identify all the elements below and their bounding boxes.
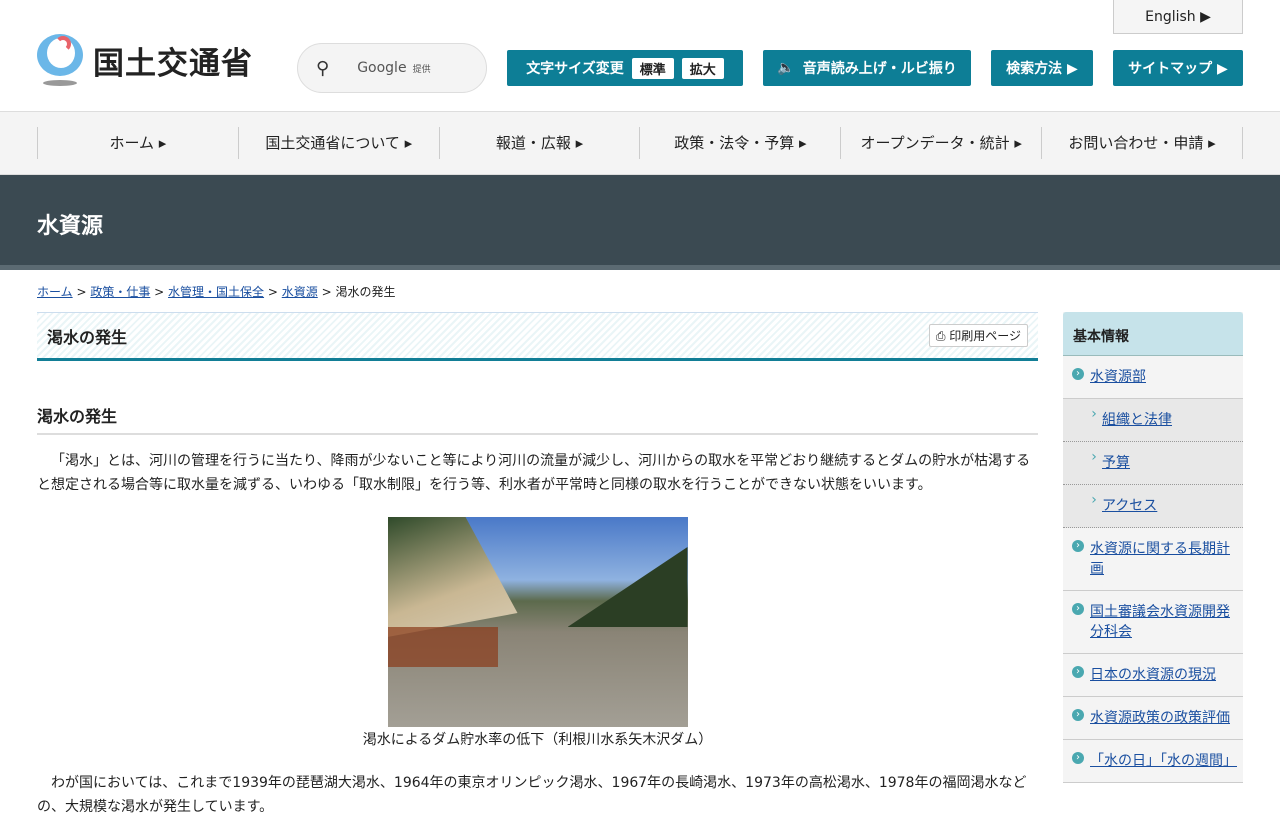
nav-opendata[interactable]: オープンデータ・統計 ▸ bbox=[840, 127, 1041, 159]
search-brand: Google 提供 bbox=[357, 60, 431, 76]
section-heading: 渇水の発生 bbox=[37, 403, 1038, 435]
printer-icon: ⎙ bbox=[935, 329, 950, 343]
nav-contact[interactable]: お問い合わせ・申請 ▸ bbox=[1041, 127, 1243, 159]
logo[interactable]: 国土交通省 bbox=[37, 34, 253, 86]
sidebar-link[interactable]: 予算 bbox=[1102, 455, 1130, 471]
paragraph: わが国においては、これまで1939年の琵琶湖大渇水、1964年の東京オリンピック… bbox=[37, 775, 1027, 815]
sidebar-item[interactable]: 予算 bbox=[1063, 442, 1243, 485]
page-title-bar: 渇水の発生 ⎙ 印刷用ページ bbox=[37, 312, 1038, 361]
sidebar-title: 基本情報 bbox=[1063, 312, 1243, 356]
sitemap-button[interactable]: サイトマップ ▶ bbox=[1113, 50, 1243, 86]
sidebar-item[interactable]: 水資源に関する長期計画 bbox=[1063, 528, 1243, 591]
section-banner: 水資源 bbox=[0, 175, 1280, 270]
main-content: 渇水の発生 ⎙ 印刷用ページ 渇水の発生 「渇水」とは、河川の管理を行うに当たり… bbox=[37, 312, 1038, 819]
print-label: 印刷用ページ bbox=[949, 329, 1021, 343]
sidebar-link[interactable]: 国土審議会水資源開発分科会 bbox=[1090, 604, 1230, 640]
breadcrumb-link[interactable]: 政策・仕事 bbox=[90, 285, 150, 299]
speaker-icon: 🔈 bbox=[777, 60, 795, 76]
speech-button[interactable]: 🔈 音声読み上げ・ルビ振り bbox=[763, 50, 971, 86]
search-method-button[interactable]: 検索方法 ▶ bbox=[991, 50, 1093, 86]
paragraph: 「渇水」とは、河川の管理を行うに当たり、降雨が少ないこと等により河川の流量が減少… bbox=[37, 453, 1031, 493]
nav-press[interactable]: 報道・広報 ▸ bbox=[438, 127, 640, 159]
sidebar-item[interactable]: 日本の水資源の現況 bbox=[1063, 654, 1243, 697]
font-size-control: 文字サイズ変更 標準 拡大 bbox=[507, 50, 743, 86]
print-button[interactable]: ⎙ 印刷用ページ bbox=[928, 324, 1028, 347]
sidebar-item[interactable]: 「水の日」「水の週間」 bbox=[1063, 740, 1243, 783]
sidebar-item[interactable]: 水資源政策の政策評価 bbox=[1063, 697, 1243, 740]
sidebar-link[interactable]: 「水の日」「水の週間」 bbox=[1090, 753, 1237, 769]
sidebar-item[interactable]: 水資源部 bbox=[1063, 356, 1243, 399]
english-button[interactable]: English ▶ bbox=[1113, 0, 1243, 34]
page-title: 渇水の発生 bbox=[47, 327, 128, 347]
breadcrumb-link[interactable]: 水管理・国土保全 bbox=[168, 285, 264, 299]
logo-text: 国土交通省 bbox=[93, 45, 253, 82]
header: 国土交通省 ⚲ Google 提供 文字サイズ変更 標準 拡大 🔈 音声読み上げ・ル… bbox=[0, 0, 1280, 112]
sidebar-item[interactable]: 組織と法律 bbox=[1063, 399, 1243, 442]
photo-caption: 渇水によるダム貯水率の低下（利根川水系矢木沢ダム） bbox=[362, 732, 713, 748]
global-nav: ホーム ▸ 国土交通省について ▸ 報道・広報 ▸ 政策・法令・予算 ▸ オープ… bbox=[0, 112, 1280, 175]
sidebar-link[interactable]: アクセス bbox=[1102, 498, 1157, 514]
sidebar-item[interactable]: アクセス bbox=[1063, 485, 1243, 528]
nav-about[interactable]: 国土交通省について ▸ bbox=[237, 127, 439, 159]
sidebar-link[interactable]: 水資源に関する長期計画 bbox=[1090, 541, 1230, 577]
search-icon: ⚲ bbox=[316, 57, 330, 79]
sidebar-item[interactable]: 国土審議会水資源開発分科会 bbox=[1063, 591, 1243, 654]
font-standard-button[interactable]: 標準 bbox=[631, 57, 674, 79]
logo-icon bbox=[37, 34, 85, 86]
breadcrumb-link[interactable]: 水資源 bbox=[282, 285, 318, 299]
breadcrumb-link[interactable]: ホーム bbox=[37, 285, 73, 299]
sidebar-link[interactable]: 日本の水資源の現況 bbox=[1090, 667, 1216, 683]
breadcrumb: ホーム > 政策・仕事 > 水管理・国土保全 > 水資源 > 渇水の発生 bbox=[37, 285, 396, 299]
font-large-button[interactable]: 拡大 bbox=[681, 57, 724, 79]
font-size-label: 文字サイズ変更 bbox=[526, 61, 624, 77]
breadcrumb-current: 渇水の発生 bbox=[335, 285, 396, 299]
sidebar: 基本情報 水資源部組織と法律予算アクセス水資源に関する長期計画国土審議会水資源開… bbox=[1063, 312, 1243, 783]
speech-label: 音声読み上げ・ルビ振り bbox=[802, 61, 957, 77]
sidebar-link[interactable]: 組織と法律 bbox=[1102, 412, 1172, 428]
nav-home[interactable]: ホーム ▸ bbox=[37, 127, 238, 159]
search-input[interactable]: ⚲ Google 提供 bbox=[297, 43, 487, 93]
sidebar-link[interactable]: 水資源部 bbox=[1090, 369, 1146, 385]
drought-dam-photo bbox=[387, 517, 688, 727]
sidebar-link[interactable]: 水資源政策の政策評価 bbox=[1090, 710, 1230, 726]
nav-policy[interactable]: 政策・法令・予算 ▸ bbox=[639, 127, 840, 159]
